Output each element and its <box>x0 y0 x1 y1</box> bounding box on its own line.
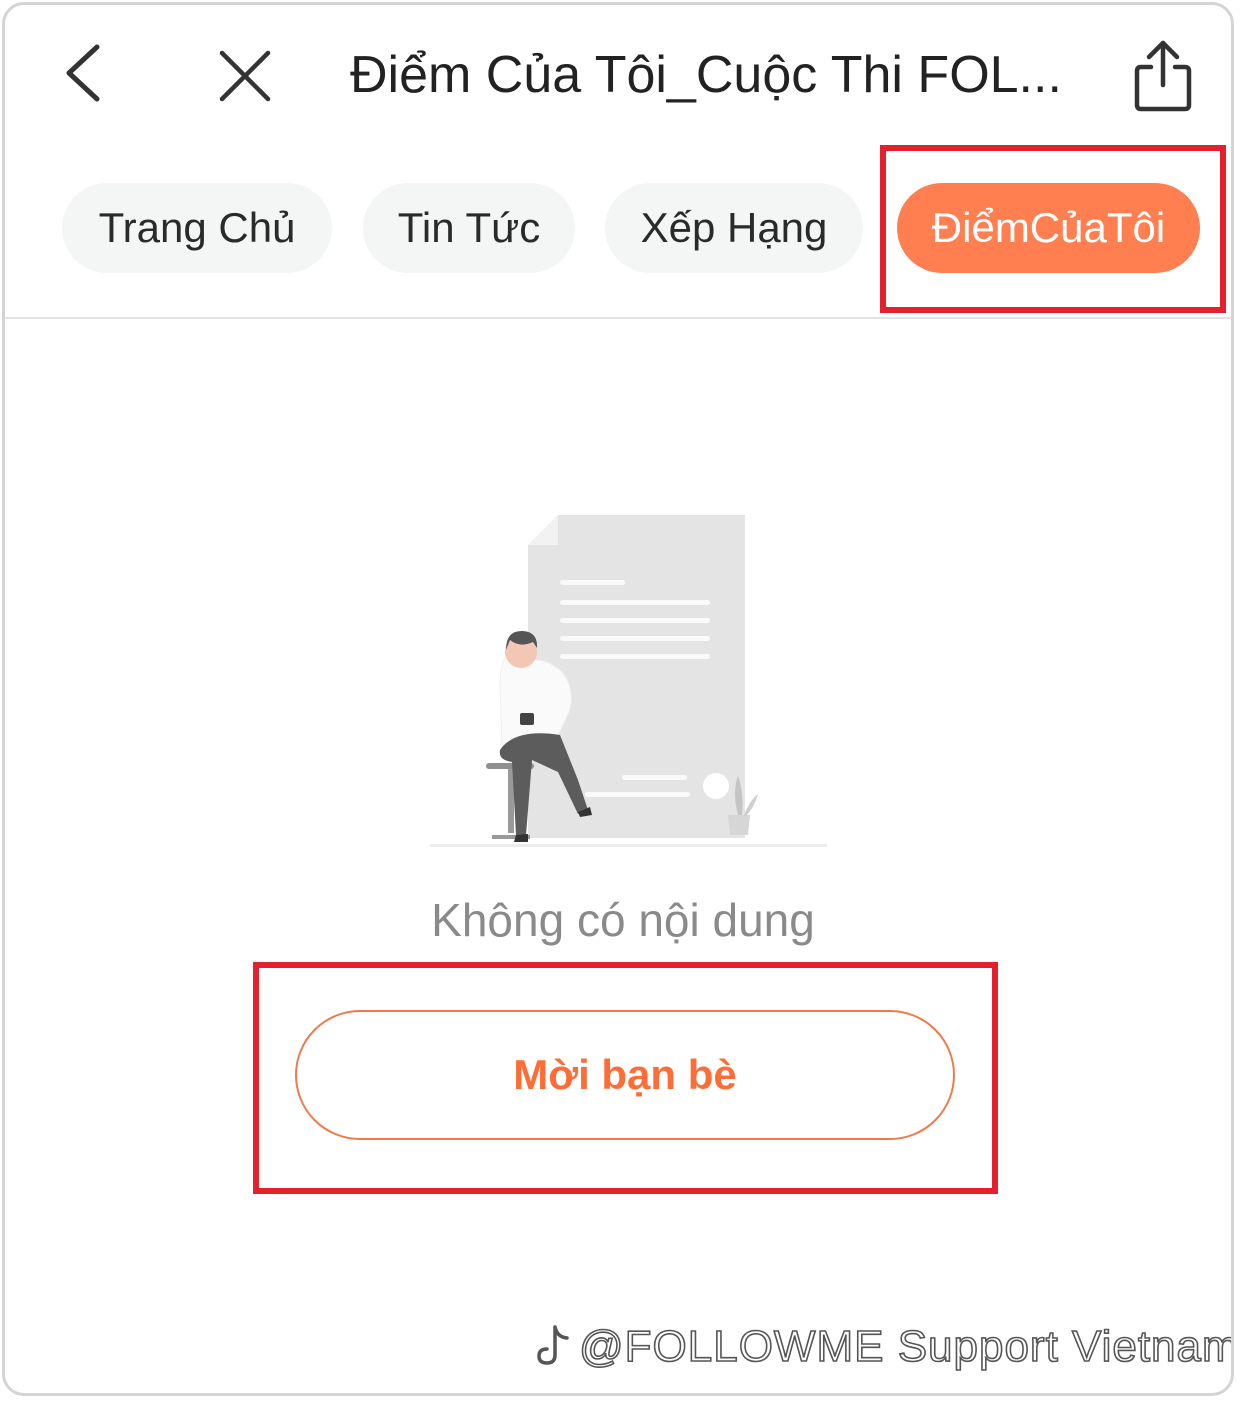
empty-document-illustration <box>430 515 827 847</box>
tiktok-logo-icon <box>537 1325 569 1365</box>
close-button[interactable] <box>210 41 280 111</box>
tab-xep-hang[interactable]: Xếp Hạng <box>605 183 863 273</box>
tab-trang-chu[interactable]: Trang Chủ <box>62 183 332 273</box>
watermark-text: @FOLLOWME Support Vietnam <box>578 1321 1234 1372</box>
empty-message: Không có nội dung <box>431 894 815 946</box>
share-button[interactable] <box>1125 35 1201 115</box>
chevron-left-icon <box>66 44 100 102</box>
share-icon <box>1134 40 1192 112</box>
watermark: @FOLLOWME Support Vietnam <box>533 1317 1234 1377</box>
close-icon <box>219 50 271 102</box>
page-title: Điểm Của Tôi_Cuộc Thi FOL... <box>350 46 1062 104</box>
highlight-box-button <box>253 962 998 1194</box>
top-bar: Điểm Của Tôi_Cuộc Thi FOL... <box>5 5 1231 145</box>
tab-tin-tuc[interactable]: Tin Tức <box>363 183 575 273</box>
app-window: Điểm Của Tôi_Cuộc Thi FOL... Trang Chủ T… <box>2 2 1234 1396</box>
highlight-box-tab <box>880 145 1226 313</box>
back-button[interactable] <box>55 35 115 111</box>
divider <box>5 317 1231 319</box>
